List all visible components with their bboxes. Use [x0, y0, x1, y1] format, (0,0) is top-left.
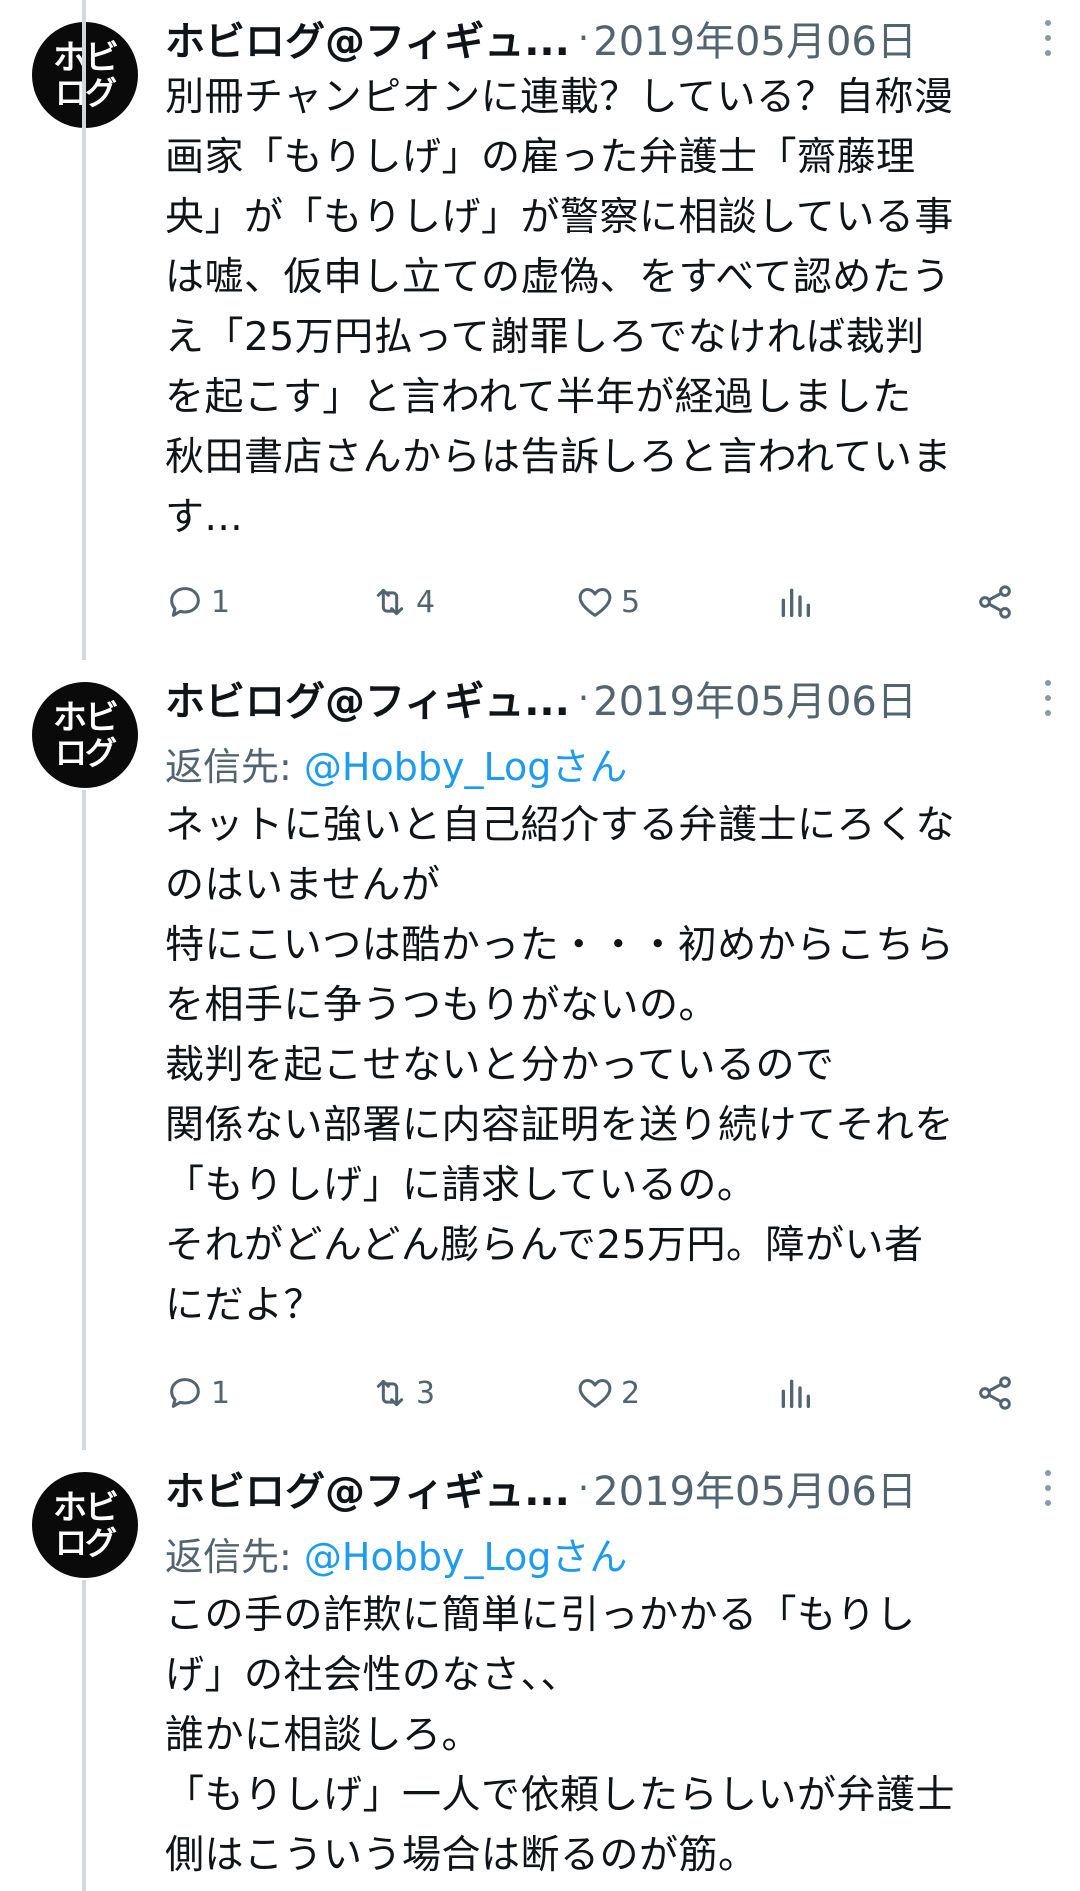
reply-to-handle[interactable]: @Hobby_Logさん [304, 745, 627, 789]
reply-count: 1 [211, 584, 231, 620]
reply-to-label: 返信先: [165, 745, 304, 789]
avatar-text-top: ホビ [53, 698, 119, 738]
thread-line [82, 790, 86, 1450]
views-icon [781, 588, 810, 617]
like-button[interactable]: 2 [575, 1368, 640, 1418]
separator-dot: · [577, 17, 590, 59]
author-name[interactable]: ホビログ@フィギュ... [165, 9, 570, 67]
tweet-header: ホビログ@フィギュ... · 2019年05月06日 [165, 669, 1060, 727]
tweet-actions: 1 3 2 [165, 1368, 1025, 1418]
reply-icon [170, 1378, 200, 1408]
tweet-text: ネットに強いと自己紹介する弁護士にろくな のはいませんが 特にこいつは酷かった・… [165, 803, 956, 1328]
retweet-icon [376, 1379, 404, 1407]
tweet-header: ホビログ@フィギュ... · 2019年05月06日 [165, 9, 1060, 67]
like-count: 2 [621, 1375, 641, 1411]
reply-to-label: 返信先: [165, 1535, 304, 1579]
more-icon[interactable] [1036, 1470, 1060, 1506]
share-icon [979, 1376, 1011, 1410]
like-button[interactable]: 5 [575, 577, 640, 627]
tweet-header: ホビログ@フィギュ... · 2019年05月06日 [165, 1459, 1060, 1517]
reply-context: 返信先: @Hobby_Logさん [165, 1526, 627, 1581]
views-button[interactable] [775, 1368, 815, 1418]
avatar-text-bottom: ログ [54, 734, 117, 772]
views-icon [781, 1379, 810, 1408]
separator-dot: · [577, 677, 590, 719]
tweet[interactable]: ホビ ログ ホビログ@フィギュ... · 2019年05月06日 返信先: @H… [0, 1450, 1080, 1891]
tweet-text: 別冊チャンピオンに連載？している？自称漫 画家「もりしげ」の雇った弁護士「齋藤理… [165, 75, 954, 540]
author-name[interactable]: ホビログ@フィギュ... [165, 1459, 570, 1517]
reply-count: 1 [211, 1375, 231, 1411]
thread-line [82, 0, 86, 660]
tweet-actions: 1 4 5 [165, 577, 1025, 627]
more-icon[interactable] [1036, 680, 1060, 716]
more-icon[interactable] [1036, 20, 1060, 56]
retweet-count: 4 [416, 584, 436, 620]
reply-icon [170, 587, 200, 617]
like-icon [578, 588, 612, 617]
thread-line [82, 1580, 86, 1891]
author-name[interactable]: ホビログ@フィギュ... [165, 669, 570, 727]
like-icon [578, 1379, 612, 1408]
share-icon [979, 585, 1011, 619]
tweet[interactable]: ホビ ログ ホビログ@フィギュ... · 2019年05月06日 別冊チャンピオ… [0, 0, 1080, 650]
avatar[interactable]: ホビ ログ [32, 1472, 138, 1578]
tweet-date[interactable]: 2019年05月06日 [593, 669, 917, 727]
share-button[interactable] [975, 1368, 1015, 1418]
tweet-text: この手の詐欺に簡単に引っかかる「もりし げ」の社会性のなさ、、 誰かに相談しろ。… [165, 1593, 956, 1878]
tweet[interactable]: ホビ ログ ホビログ@フィギュ... · 2019年05月06日 返信先: @H… [0, 0, 1080, 1450]
avatar-text-top: ホビ [53, 1488, 119, 1528]
views-button[interactable] [775, 577, 815, 627]
like-count: 5 [621, 584, 641, 620]
retweet-button[interactable]: 4 [370, 577, 435, 627]
reply-to-handle[interactable]: @Hobby_Logさん [304, 1535, 627, 1579]
reply-context: 返信先: @Hobby_Logさん [165, 736, 627, 791]
reply-button[interactable]: 1 [165, 577, 230, 627]
reply-button[interactable]: 1 [165, 1368, 230, 1418]
retweet-icon [376, 588, 404, 616]
avatar[interactable]: ホビ ログ [32, 682, 138, 788]
share-button[interactable] [975, 577, 1015, 627]
retweet-count: 3 [416, 1375, 436, 1411]
separator-dot: · [577, 1467, 590, 1509]
avatar-text-bottom: ログ [54, 1524, 117, 1562]
retweet-button[interactable]: 3 [370, 1368, 435, 1418]
tweet-date[interactable]: 2019年05月06日 [593, 1459, 917, 1517]
tweet-date[interactable]: 2019年05月06日 [593, 9, 917, 67]
